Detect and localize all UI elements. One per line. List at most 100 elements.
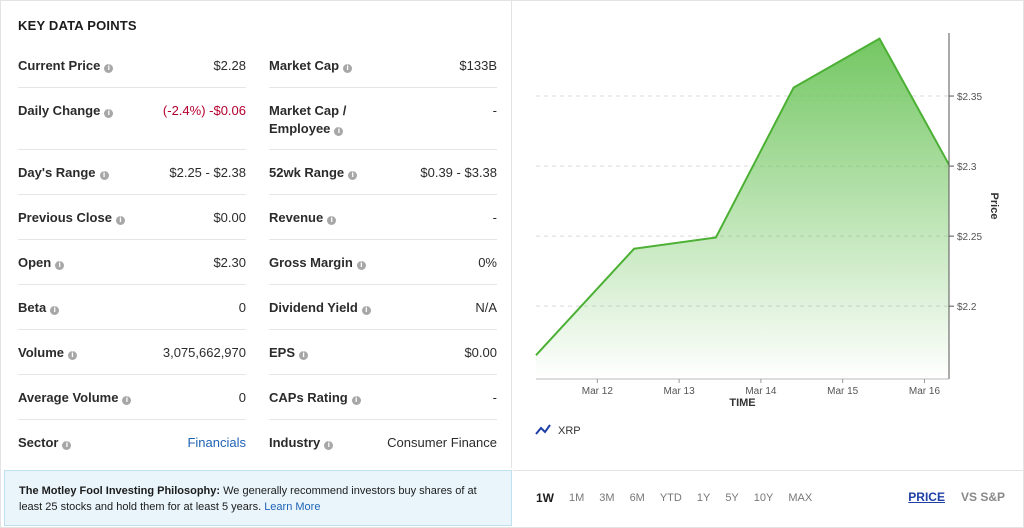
info-icon[interactable]: i — [343, 64, 353, 73]
price-chart: $2.2 $2.25 $2.3 $2.35 Mar 12 Mar 13 Mar 14 Mar… — [535, 33, 1000, 437]
data-label-text: Current Price — [18, 58, 101, 73]
data-value: 0 — [238, 390, 246, 405]
range-option[interactable]: 1W — [536, 491, 554, 505]
range-option[interactable]: 5Y — [725, 491, 738, 505]
info-icon[interactable]: i — [55, 261, 65, 270]
data-label-text: 52wk Range — [269, 165, 345, 180]
price-chart-panel: $2.2 $2.25 $2.3 $2.35 Mar 12 Mar 13 Mar 14 Mar… — [513, 0, 1023, 468]
data-label: Current Price i — [18, 57, 114, 75]
x-axis-label: TIME — [729, 397, 755, 409]
data-row: Beta i 0 — [18, 285, 246, 330]
info-icon[interactable]: i — [104, 109, 114, 118]
data-value: 3,075,662,970 — [162, 345, 246, 360]
legend: XRP — [535, 424, 581, 437]
x-tick-label: Mar 12 — [582, 386, 614, 397]
info-icon[interactable]: i — [115, 216, 125, 225]
data-row: Sector i Financials — [18, 420, 246, 465]
data-row: Gross Margin i 0% — [269, 240, 497, 285]
data-value: 0% — [478, 255, 497, 270]
range-option[interactable]: 6M — [630, 491, 645, 505]
data-label-text: Volume — [18, 345, 64, 360]
chart-mode-option[interactable]: VS S&P — [961, 490, 1005, 504]
key-data-left-column: Current Price i $2.28 Daily Change i (-2.4%) … — [18, 43, 246, 465]
chart-controls: 1W 1M 3M 6M YTD 1Y 5Y 10Y MAX PRICE VS S&P — [513, 470, 1023, 526]
chart-mode-option[interactable]: PRICE — [908, 490, 945, 504]
data-label-text: Dividend Yield — [269, 300, 358, 315]
info-icon[interactable]: i — [356, 261, 366, 270]
data-label: Daily Change i — [18, 102, 114, 120]
info-icon[interactable]: i — [104, 64, 114, 73]
data-label-text: Revenue — [269, 210, 324, 225]
data-label-text: Previous Close — [18, 210, 112, 225]
line-chart-icon — [535, 424, 551, 435]
y-tick-label: $2.25 — [957, 232, 982, 243]
info-icon[interactable]: i — [62, 441, 72, 450]
data-row: EPS i $0.00 — [269, 330, 497, 375]
data-label-text: Average Volume — [18, 390, 119, 405]
data-value: $2.30 — [213, 255, 246, 270]
data-row: Average Volume i 0 — [18, 375, 246, 420]
data-value: - — [492, 390, 497, 405]
info-icon[interactable]: i — [351, 396, 361, 405]
data-label-text: Sector — [18, 435, 59, 450]
info-icon[interactable]: i — [299, 351, 309, 360]
y-tick-label: $2.3 — [957, 162, 977, 173]
range-option[interactable]: 1M — [569, 491, 584, 505]
range-option[interactable]: 3M — [599, 491, 614, 505]
data-label-text: Beta — [18, 300, 47, 315]
time-range-selector: 1W 1M 3M 6M YTD 1Y 5Y 10Y MAX — [536, 491, 827, 505]
x-tick-label: Mar 14 — [745, 386, 777, 397]
data-value: Consumer Finance — [387, 435, 497, 450]
learn-more-link[interactable]: Learn More — [264, 501, 320, 513]
x-tick-label: Mar 13 — [664, 386, 696, 397]
info-icon[interactable]: i — [327, 216, 337, 225]
data-label: Open i — [18, 254, 65, 272]
data-label: CAPs Rating i — [269, 389, 361, 407]
data-value: $0.00 — [464, 345, 497, 360]
info-icon[interactable]: i — [99, 171, 109, 180]
info-icon[interactable]: i — [122, 396, 132, 405]
range-option[interactable]: MAX — [788, 491, 812, 505]
data-value: - — [492, 103, 497, 118]
range-option[interactable]: YTD — [660, 491, 682, 505]
data-row: Volume i 3,075,662,970 — [18, 330, 246, 375]
data-label-text: EPS — [269, 345, 296, 360]
data-label: Gross Margin i — [269, 254, 366, 272]
data-label: Day's Range i — [18, 164, 109, 182]
data-label: Market Cap i — [269, 57, 353, 75]
info-icon[interactable]: i — [324, 441, 334, 450]
chart-mode-selector: PRICE VS S&P — [892, 490, 1005, 504]
data-row: Previous Close i $0.00 — [18, 195, 246, 240]
data-value[interactable]: Financials — [187, 434, 246, 452]
info-icon[interactable]: i — [50, 306, 60, 315]
info-icon[interactable]: i — [348, 171, 358, 180]
data-row: Dividend Yield i N/A — [269, 285, 497, 330]
info-icon[interactable]: i — [68, 351, 77, 360]
data-label-text: Industry — [269, 435, 321, 450]
data-label-text: Gross Margin — [269, 255, 353, 270]
philosophy-heading: The Motley Fool Investing Philosophy: — [19, 485, 221, 497]
key-data-panel: KEY DATA POINTS Current Price i $2.28 Daily… — [0, 0, 512, 468]
data-row: Daily Change i (-2.4%) -$0.06 — [18, 88, 246, 150]
data-row: Current Price i $2.28 — [18, 43, 246, 88]
data-label: 52wk Range i — [269, 164, 358, 182]
data-label: Sector i — [18, 434, 72, 452]
range-option[interactable]: 10Y — [754, 491, 774, 505]
data-value: - — [492, 210, 497, 225]
data-label-text: Employee — [269, 121, 331, 136]
info-icon[interactable]: i — [361, 306, 371, 315]
range-option[interactable]: 1Y — [697, 491, 710, 505]
data-row: Open i $2.30 — [18, 240, 246, 285]
data-value: 0 — [238, 300, 246, 315]
info-icon[interactable]: i — [334, 127, 344, 136]
data-label-text: Market Cap / — [269, 103, 347, 118]
data-label: EPS i — [269, 344, 309, 362]
data-row: Industry i Consumer Finance — [269, 420, 497, 465]
data-label-text: Day's Range — [18, 165, 96, 180]
y-tick-label: $2.2 — [957, 302, 977, 313]
y-axis-label: Price — [988, 193, 1000, 220]
data-row: CAPs Rating i - — [269, 375, 497, 420]
data-value: $0.39 - $3.38 — [420, 165, 497, 180]
data-label: Market Cap / Employee i — [269, 102, 346, 138]
data-value: $133B — [459, 58, 497, 73]
